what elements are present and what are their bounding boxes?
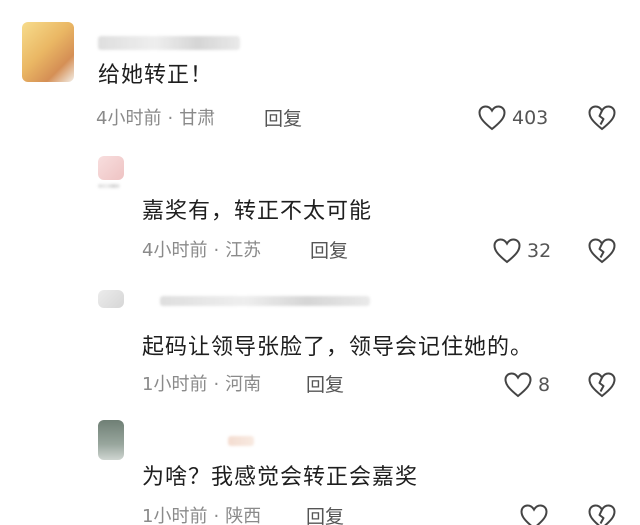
comment-meta: 1小时前 · 河南 (142, 373, 261, 397)
dislike-button[interactable] (588, 504, 616, 525)
meta-separator: · (213, 240, 220, 261)
reply-button[interactable]: 回复 (310, 239, 348, 263)
comment-location: 甘肃 (179, 108, 216, 129)
comment-item: 嘉奖有，转正不太可能 4小时前 · 江苏 回复 32 (0, 150, 640, 280)
reply-button[interactable]: 回复 (306, 373, 344, 397)
comment-text: 嘉奖有，转正不太可能 (142, 199, 373, 224)
comment-meta: 1小时前 · 陕西 (142, 505, 261, 525)
heart-outline-icon (493, 238, 521, 264)
comment-time: 4小时前 (96, 108, 162, 129)
username-blurred[interactable] (160, 296, 370, 306)
broken-heart-icon (588, 238, 616, 264)
comment-text: 为啥？我感觉会转正会嘉奖 (142, 465, 419, 490)
comment-item: 给她转正！ 4小时前 · 甘肃 回复 403 (0, 0, 640, 150)
broken-heart-icon (588, 372, 616, 398)
meta-separator: · (167, 108, 174, 129)
broken-heart-icon (588, 504, 616, 525)
reply-button[interactable]: 回复 (306, 505, 344, 525)
meta-separator: · (213, 374, 220, 395)
meta-separator: · (213, 506, 220, 525)
comment-meta: 4小时前 · 江苏 (142, 239, 261, 263)
like-button[interactable]: 403 (478, 105, 548, 131)
dislike-button[interactable] (588, 372, 616, 402)
comment-time: 1小时前 (142, 506, 208, 525)
username-blurred[interactable] (98, 36, 240, 50)
like-count: 32 (527, 240, 552, 262)
reply-button[interactable]: 回复 (264, 107, 302, 131)
comment-text: 起码让领导张脸了，领导会记住她的。 (142, 335, 534, 360)
dislike-button[interactable] (588, 105, 616, 135)
avatar[interactable] (98, 420, 124, 460)
comment-feed: 给她转正！ 4小时前 · 甘肃 回复 403 嘉奖有，转正不太可能 4小时前 · 江苏 … (0, 0, 640, 525)
comment-location: 陕西 (225, 506, 262, 525)
comment-time: 1小时前 (142, 374, 208, 395)
comment-meta: 4小时前 · 甘肃 (96, 107, 215, 131)
like-button[interactable] (520, 504, 554, 525)
avatar[interactable] (22, 22, 74, 82)
username-blurred[interactable] (228, 436, 254, 446)
comment-text: 给她转正！ (98, 63, 214, 88)
like-button[interactable]: 32 (493, 238, 551, 264)
heart-outline-icon (520, 504, 548, 525)
broken-heart-icon (588, 105, 616, 131)
like-button[interactable]: 8 (504, 372, 550, 398)
comment-location: 江苏 (225, 240, 262, 261)
avatar[interactable] (98, 156, 124, 180)
avatar[interactable] (98, 290, 124, 308)
like-count: 403 (512, 107, 549, 129)
comment-time: 4小时前 (142, 240, 208, 261)
comment-item: 为啥？我感觉会转正会嘉奖 1小时前 · 陕西 回复 (0, 412, 640, 525)
username-blurred[interactable] (98, 184, 120, 188)
heart-outline-icon (504, 372, 532, 398)
heart-outline-icon (478, 105, 506, 131)
like-count: 8 (538, 374, 551, 396)
comment-item: 起码让领导张脸了，领导会记住她的。 1小时前 · 河南 回复 8 (0, 282, 640, 412)
comment-location: 河南 (225, 374, 262, 395)
dislike-button[interactable] (588, 238, 616, 268)
